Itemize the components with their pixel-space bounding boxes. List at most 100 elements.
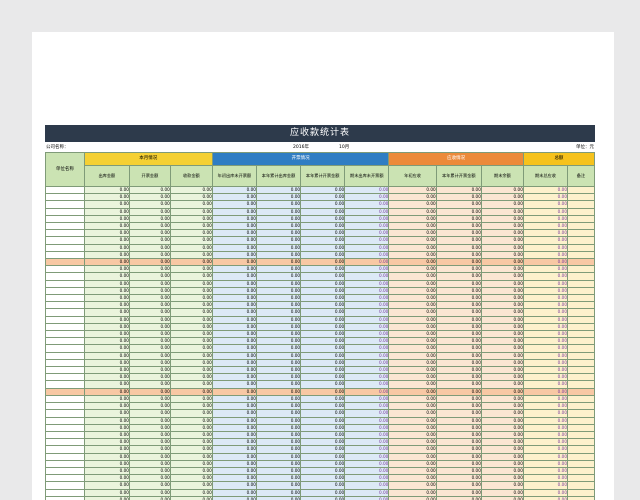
value-cell[interactable]: 0.00 bbox=[300, 294, 346, 303]
value-cell[interactable]: 0.00 bbox=[480, 236, 524, 245]
value-cell[interactable]: 0.00 bbox=[128, 351, 171, 360]
value-cell[interactable]: 0.00 bbox=[83, 330, 130, 339]
value-cell[interactable]: 0.00 bbox=[169, 193, 213, 202]
value-cell[interactable] bbox=[567, 445, 595, 454]
value-cell[interactable]: 0.00 bbox=[128, 207, 171, 216]
value-cell[interactable]: 0.00 bbox=[83, 272, 130, 281]
value-cell[interactable] bbox=[567, 308, 595, 317]
value-cell[interactable]: 0.00 bbox=[344, 243, 390, 252]
value-cell[interactable]: 0.00 bbox=[435, 366, 482, 375]
value-cell[interactable]: 0.00 bbox=[300, 351, 346, 360]
value-cell[interactable]: 0.00 bbox=[480, 474, 524, 483]
value-cell[interactable]: 0.00 bbox=[211, 272, 257, 281]
unit-name-cell[interactable] bbox=[45, 279, 85, 288]
value-cell[interactable] bbox=[567, 387, 595, 396]
value-cell[interactable]: 0.00 bbox=[83, 402, 130, 411]
value-cell[interactable]: 0.00 bbox=[255, 423, 302, 432]
value-cell[interactable]: 0.00 bbox=[128, 394, 171, 404]
value-cell[interactable]: 0.00 bbox=[128, 308, 171, 317]
value-cell[interactable]: 0.00 bbox=[255, 366, 302, 375]
value-cell[interactable]: 0.00 bbox=[169, 222, 213, 231]
value-cell[interactable]: 0.00 bbox=[211, 308, 257, 317]
value-cell[interactable]: 0.00 bbox=[435, 416, 482, 425]
value-cell[interactable]: 0.00 bbox=[344, 358, 390, 368]
value-cell[interactable] bbox=[567, 243, 595, 252]
value-cell[interactable]: 0.00 bbox=[388, 380, 437, 389]
value-cell[interactable]: 0.00 bbox=[211, 250, 257, 260]
value-cell[interactable]: 0.00 bbox=[211, 351, 257, 360]
value-cell[interactable]: 0.00 bbox=[128, 279, 171, 288]
value-cell[interactable]: 0.00 bbox=[522, 207, 569, 216]
value-cell[interactable]: 0.00 bbox=[128, 495, 171, 500]
value-cell[interactable]: 0.00 bbox=[255, 193, 302, 202]
value-cell[interactable]: 0.00 bbox=[435, 452, 482, 461]
value-cell[interactable]: 0.00 bbox=[388, 322, 437, 332]
value-cell[interactable]: 0.00 bbox=[211, 185, 257, 195]
value-cell[interactable]: 0.00 bbox=[344, 330, 390, 339]
value-cell[interactable]: 0.00 bbox=[128, 185, 171, 195]
value-cell[interactable]: 0.00 bbox=[128, 380, 171, 389]
value-cell[interactable]: 0.00 bbox=[388, 200, 437, 209]
value-cell[interactable]: 0.00 bbox=[300, 315, 346, 324]
value-cell[interactable] bbox=[567, 409, 595, 418]
value-cell[interactable]: 0.00 bbox=[388, 337, 437, 346]
value-cell[interactable]: 0.00 bbox=[388, 258, 437, 267]
value-cell[interactable]: 0.00 bbox=[388, 495, 437, 500]
value-cell[interactable]: 0.00 bbox=[522, 236, 569, 245]
value-cell[interactable]: 0.00 bbox=[255, 258, 302, 267]
value-cell[interactable]: 0.00 bbox=[255, 322, 302, 332]
unit-name-cell[interactable] bbox=[45, 214, 85, 224]
value-cell[interactable]: 0.00 bbox=[128, 258, 171, 267]
value-cell[interactable]: 0.00 bbox=[435, 445, 482, 454]
value-cell[interactable]: 0.00 bbox=[388, 185, 437, 195]
value-cell[interactable]: 0.00 bbox=[83, 308, 130, 317]
value-cell[interactable]: 0.00 bbox=[435, 423, 482, 432]
value-cell[interactable]: 0.00 bbox=[522, 229, 569, 238]
value-cell[interactable]: 0.00 bbox=[522, 308, 569, 317]
value-cell[interactable]: 0.00 bbox=[169, 402, 213, 411]
value-cell[interactable]: 0.00 bbox=[211, 430, 257, 440]
value-cell[interactable]: 0.00 bbox=[388, 330, 437, 339]
value-cell[interactable]: 0.00 bbox=[435, 322, 482, 332]
value-cell[interactable] bbox=[567, 322, 595, 332]
value-cell[interactable]: 0.00 bbox=[480, 207, 524, 216]
value-cell[interactable]: 0.00 bbox=[522, 423, 569, 432]
value-cell[interactable]: 0.00 bbox=[169, 459, 213, 468]
value-cell[interactable]: 0.00 bbox=[344, 466, 390, 476]
value-cell[interactable]: 0.00 bbox=[211, 322, 257, 332]
value-cell[interactable]: 0.00 bbox=[211, 373, 257, 382]
value-cell[interactable]: 0.00 bbox=[480, 430, 524, 440]
value-cell[interactable]: 0.00 bbox=[480, 409, 524, 418]
value-cell[interactable] bbox=[567, 330, 595, 339]
value-cell[interactable]: 0.00 bbox=[388, 315, 437, 324]
value-cell[interactable] bbox=[567, 495, 595, 500]
value-cell[interactable]: 0.00 bbox=[169, 366, 213, 375]
value-cell[interactable]: 0.00 bbox=[128, 200, 171, 209]
value-cell[interactable]: 0.00 bbox=[169, 258, 213, 267]
value-cell[interactable]: 0.00 bbox=[83, 200, 130, 209]
value-cell[interactable]: 0.00 bbox=[211, 265, 257, 274]
unit-name-cell[interactable] bbox=[45, 423, 85, 432]
value-cell[interactable]: 0.00 bbox=[344, 351, 390, 360]
value-cell[interactable]: 0.00 bbox=[344, 222, 390, 231]
value-cell[interactable]: 0.00 bbox=[344, 394, 390, 404]
value-cell[interactable]: 0.00 bbox=[83, 294, 130, 303]
value-cell[interactable]: 0.00 bbox=[522, 474, 569, 483]
value-cell[interactable]: 0.00 bbox=[480, 344, 524, 353]
value-cell[interactable]: 0.00 bbox=[344, 258, 390, 267]
value-cell[interactable]: 0.00 bbox=[480, 330, 524, 339]
unit-name-cell[interactable] bbox=[45, 373, 85, 382]
value-cell[interactable]: 0.00 bbox=[211, 207, 257, 216]
value-cell[interactable] bbox=[567, 229, 595, 238]
value-cell[interactable]: 0.00 bbox=[169, 330, 213, 339]
value-cell[interactable]: 0.00 bbox=[522, 250, 569, 260]
value-cell[interactable]: 0.00 bbox=[255, 279, 302, 288]
value-cell[interactable]: 0.00 bbox=[344, 423, 390, 432]
unit-name-cell[interactable] bbox=[45, 474, 85, 483]
value-cell[interactable]: 0.00 bbox=[128, 474, 171, 483]
unit-name-cell[interactable] bbox=[45, 488, 85, 497]
value-cell[interactable]: 0.00 bbox=[211, 286, 257, 296]
value-cell[interactable]: 0.00 bbox=[128, 438, 171, 447]
value-cell[interactable]: 0.00 bbox=[344, 474, 390, 483]
value-cell[interactable]: 0.00 bbox=[435, 185, 482, 195]
